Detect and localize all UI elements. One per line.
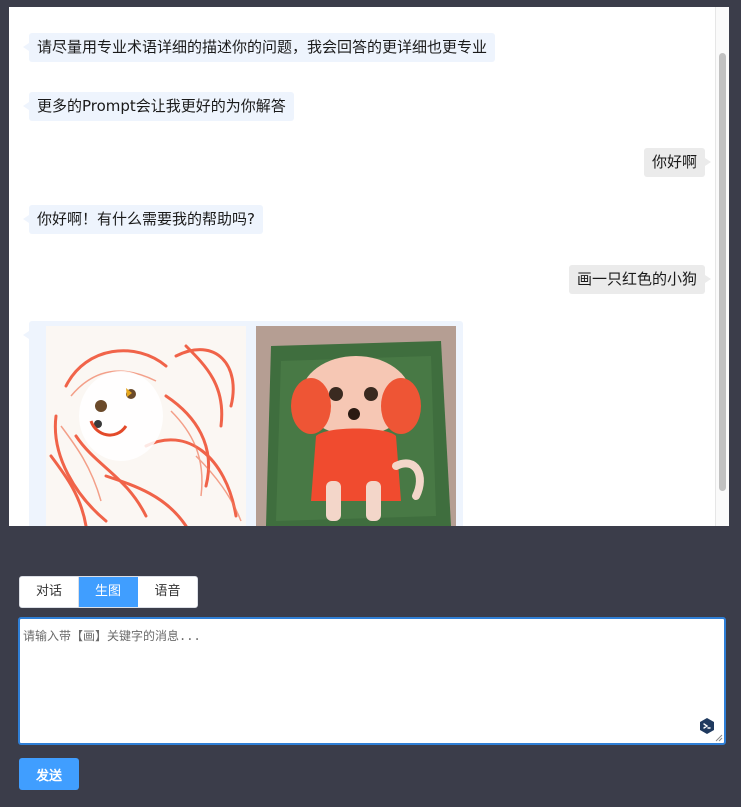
generated-dog-image[interactable]: [46, 326, 246, 526]
generated-dog-image[interactable]: [256, 326, 456, 526]
chat-window[interactable]: 请尽量用专业术语详细的描述你的问题，我会回答的更详细也更专业 更多的Prompt…: [9, 7, 729, 526]
sketch-dog-illustration: [46, 326, 246, 526]
send-button[interactable]: 发送: [19, 758, 79, 790]
input-assistant-icon[interactable]: [698, 717, 716, 735]
user-message: 你好啊: [643, 148, 712, 177]
user-message: 画一只红色的小狗: [568, 265, 712, 294]
resize-handle-icon[interactable]: [715, 734, 723, 742]
message-input[interactable]: [20, 619, 724, 743]
mode-image-button[interactable]: 生图: [79, 577, 138, 607]
chat-scrollbar[interactable]: [715, 7, 729, 526]
generated-images-message: [23, 321, 463, 526]
bot-message: 更多的Prompt会让我更好的为你解答: [23, 92, 294, 121]
bot-message: 你好啊！有什么需要我的帮助吗?: [23, 205, 263, 234]
mode-voice-button[interactable]: 语音: [138, 577, 197, 607]
painted-dog-illustration: [256, 326, 456, 526]
mode-selector: 对话 生图 语音: [19, 576, 198, 608]
scrollbar-thumb[interactable]: [719, 53, 726, 491]
bot-message: 请尽量用专业术语详细的描述你的问题，我会回答的更详细也更专业: [22, 33, 496, 62]
message-input-container: [18, 617, 726, 745]
mode-chat-button[interactable]: 对话: [20, 577, 79, 607]
